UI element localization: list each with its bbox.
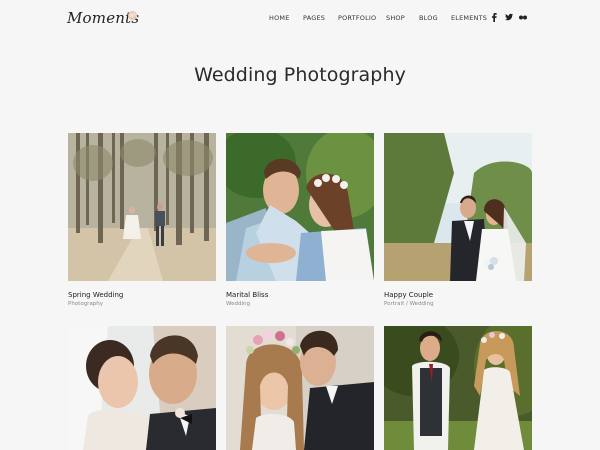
portfolio-item[interactable]: Marital Bliss Wedding	[226, 133, 374, 311]
nav-item-blog[interactable]: BLOG	[419, 14, 438, 22]
portfolio-item-category[interactable]: Portrait / Wedding	[384, 301, 434, 307]
portfolio-item[interactable]	[226, 326, 374, 450]
nav-item-home[interactable]: HOME	[269, 14, 290, 22]
portfolio-item-title[interactable]: Spring Wedding	[68, 291, 123, 299]
portfolio-image[interactable]	[384, 326, 532, 450]
facebook-icon[interactable]	[491, 13, 497, 22]
portfolio-item[interactable]: Happy Couple Portrait / Wedding	[384, 133, 532, 311]
nav-item-elements[interactable]: ELEMENTS	[451, 14, 487, 22]
portfolio-item[interactable]	[68, 326, 216, 450]
portfolio-image[interactable]	[226, 326, 374, 450]
page-title: Wedding Photography	[194, 64, 406, 86]
portfolio-item-category[interactable]: Wedding	[226, 301, 250, 307]
site-header: Moments WP HOME PAGES PORTFOLIO SHOP BLO…	[0, 0, 600, 36]
flickr-icon[interactable]	[519, 15, 527, 20]
portfolio-image[interactable]	[226, 133, 374, 281]
portfolio-item-category[interactable]: Photography	[68, 301, 103, 307]
portfolio-item[interactable]	[384, 326, 532, 450]
portfolio-image[interactable]	[68, 133, 216, 281]
twitter-icon[interactable]	[505, 13, 513, 21]
nav-item-pages[interactable]: PAGES	[303, 14, 325, 22]
portfolio-image[interactable]	[384, 133, 532, 281]
portfolio-image[interactable]	[68, 326, 216, 450]
portfolio-item-title[interactable]: Marital Bliss	[226, 291, 268, 299]
portfolio-item-title[interactable]: Happy Couple	[384, 291, 433, 299]
nav-item-portfolio[interactable]: PORTFOLIO	[338, 14, 376, 22]
portfolio-item[interactable]: Spring Wedding Photography	[68, 133, 216, 311]
nav-item-shop[interactable]: SHOP	[386, 14, 405, 22]
